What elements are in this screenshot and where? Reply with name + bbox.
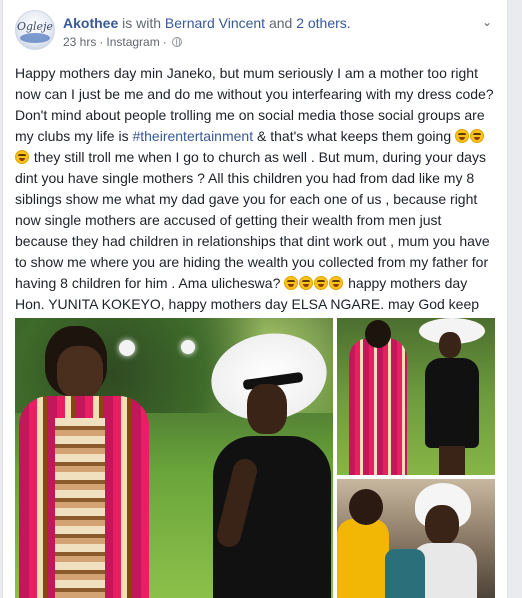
photo-lamp — [181, 340, 195, 354]
grinning-face-icon — [329, 276, 344, 290]
photo-woman-head — [349, 489, 383, 525]
hashtag-link[interactable]: #theirentertainment — [132, 128, 253, 144]
avatar-swoosh — [20, 33, 50, 43]
chevron-down-icon[interactable]: ⌄ — [479, 14, 495, 30]
photo-woman-face — [57, 346, 103, 398]
photo-daughter-face — [247, 384, 287, 434]
post-timestamp[interactable]: 23 hrs — [63, 35, 96, 49]
grinning-face-icon — [455, 129, 470, 143]
post-text-part: & that's what keeps them going — [253, 128, 456, 144]
photo-bottom-right[interactable] — [337, 479, 495, 598]
avatar-logo-text: Ogleje — [16, 20, 53, 33]
post-text-part: they still troll me when I go to church … — [15, 149, 490, 291]
grinning-face-icon — [470, 129, 485, 143]
photo-daughter-face — [439, 332, 461, 358]
grinning-face-icon — [284, 276, 299, 290]
photo-daughter-face — [425, 505, 459, 545]
photo-yellow-top — [337, 519, 389, 598]
photo-woman-head — [365, 320, 391, 348]
avatar[interactable]: Ogleje — [15, 10, 55, 50]
photo-top-right[interactable] — [337, 318, 495, 475]
photo-black-dress — [425, 358, 479, 448]
photo-legs — [439, 446, 465, 475]
post-card: Ogleje Akothee is with Bernard Vincent a… — [2, 0, 508, 598]
tagged-others-link[interactable]: 2 others. — [296, 15, 350, 31]
photo-woman-dress — [349, 338, 407, 475]
with-text: is with — [122, 15, 162, 31]
tagged-person-link[interactable]: Bernard Vincent — [165, 15, 265, 31]
post-meta: 23 hrs · Instagram · — [63, 34, 182, 50]
author-name[interactable]: Akothee — [63, 15, 118, 31]
photo-teal-dress — [385, 549, 425, 598]
photo-dress-center — [55, 418, 105, 598]
photo-lamp — [119, 340, 135, 356]
post-body: Happy mothers day min Janeko, but mum se… — [15, 63, 497, 336]
and-text: and — [268, 15, 293, 31]
post-source: Instagram — [106, 35, 160, 49]
post-title-line: Akothee is with Bernard Vincent and 2 ot… — [63, 14, 351, 32]
post-header: Ogleje Akothee is with Bernard Vincent a… — [15, 10, 495, 54]
photo-grid — [15, 318, 495, 598]
globe-icon[interactable] — [171, 37, 182, 47]
grinning-face-icon — [314, 276, 329, 290]
photo-main[interactable] — [15, 318, 333, 598]
grinning-face-icon — [299, 276, 314, 290]
grinning-face-icon — [15, 150, 29, 164]
